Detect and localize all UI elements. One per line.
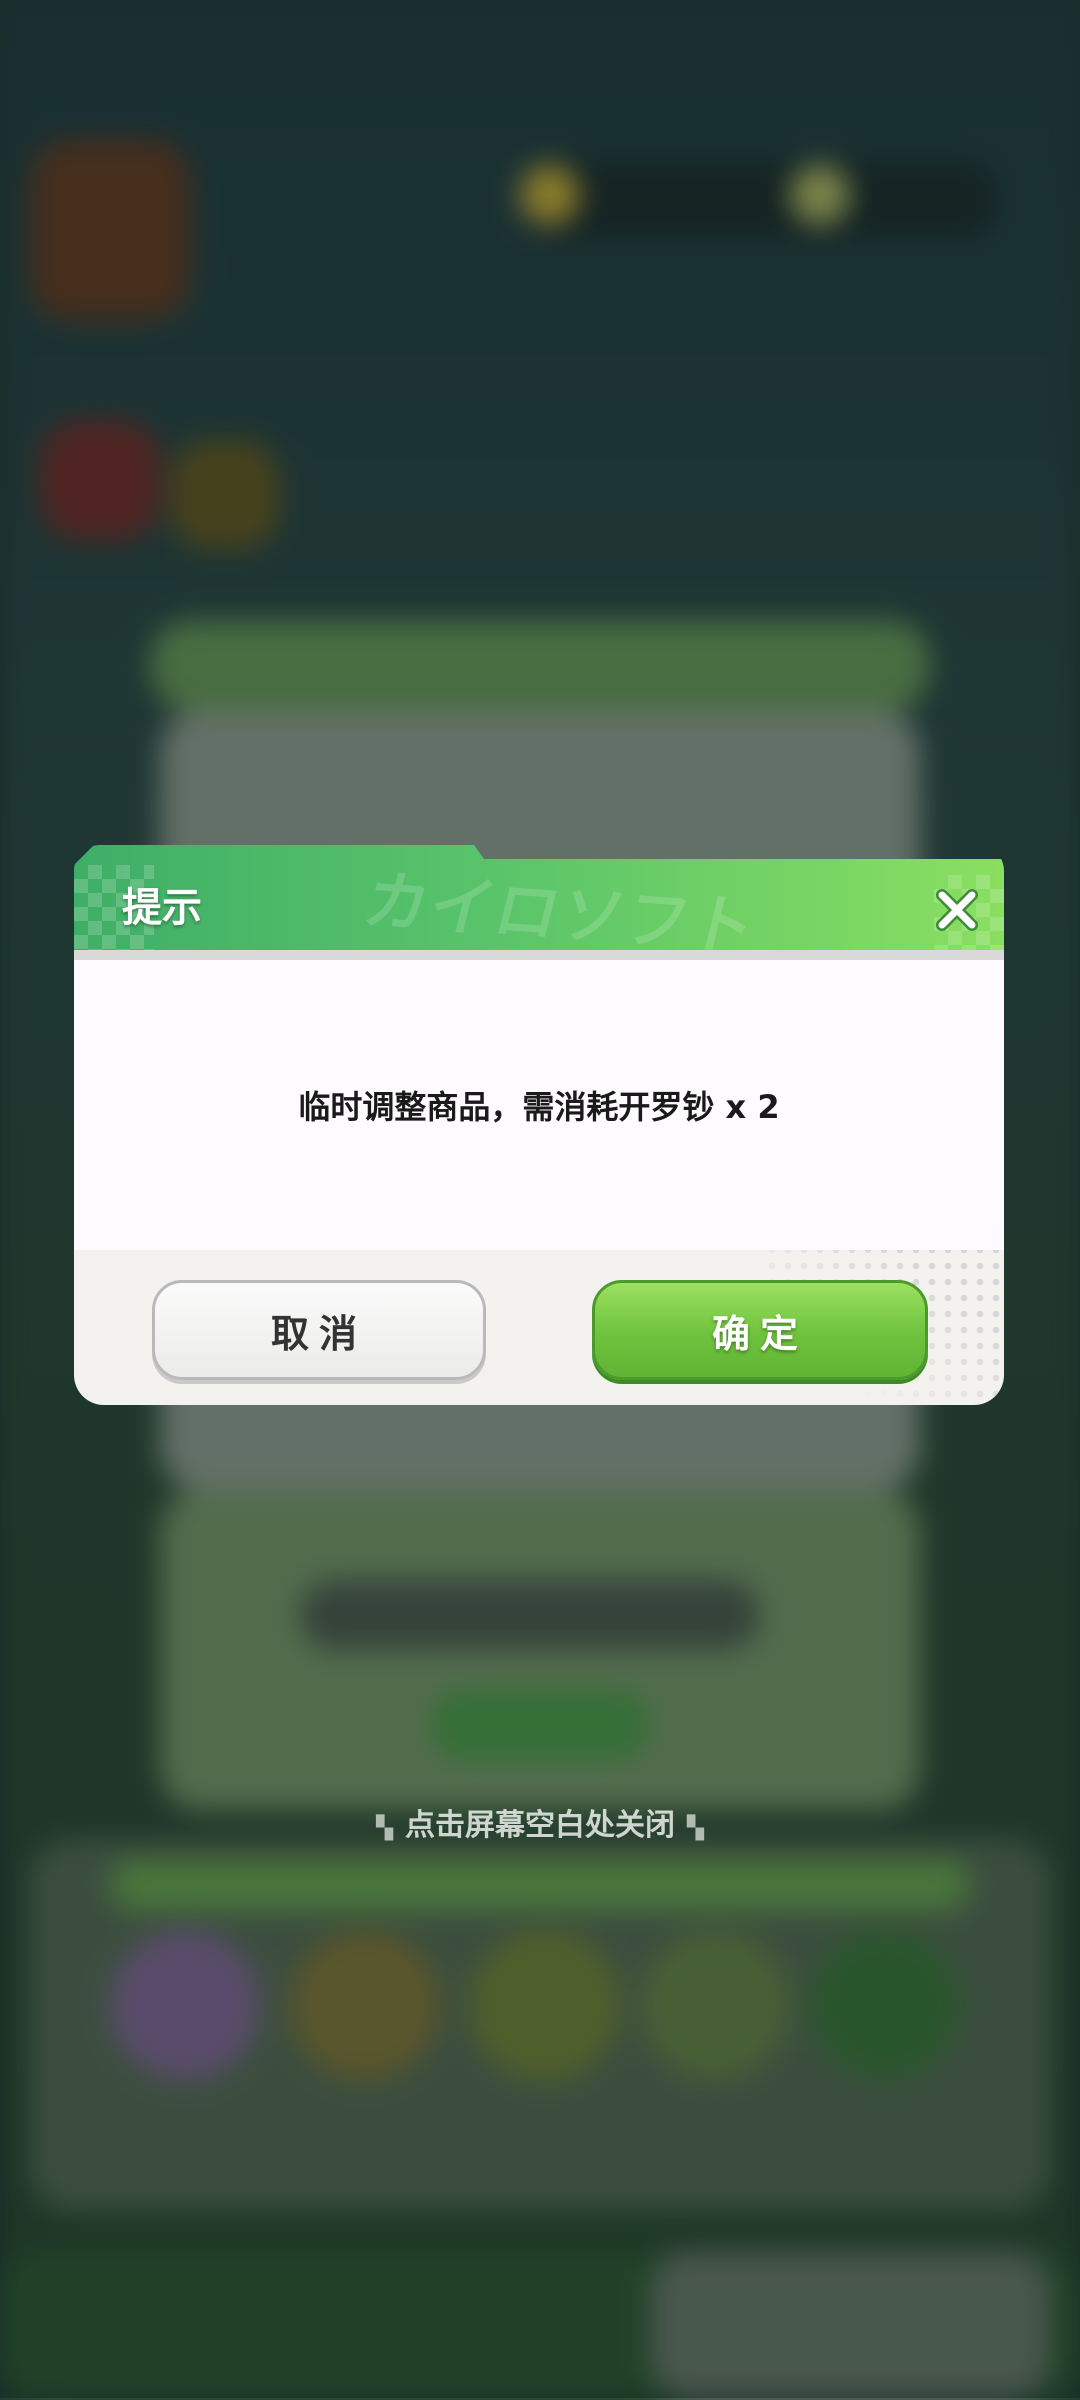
dialog-footer: 取消 确定 xyxy=(74,1250,1004,1405)
header-watermark: カイロソフト xyxy=(356,864,765,950)
dialog-message: 临时调整商品，需消耗开罗钞 x 2 xyxy=(298,1088,780,1126)
close-hint: ▚ 点击屏幕空白处关闭 ▚ xyxy=(0,1800,1080,1844)
dialog-body: 临时调整商品，需消耗开罗钞 x 2 xyxy=(74,960,1004,1250)
confirm-dialog: カイロソフト 提示 临时调整商品，需消耗开罗钞 x 2 取消 确定 xyxy=(74,845,1004,1405)
header-divider xyxy=(74,950,1004,960)
dialog-header: カイロソフト xyxy=(74,845,1004,950)
hint-text: 点击屏幕空白处关闭 xyxy=(405,1808,675,1843)
hint-deco-right: ▚ xyxy=(687,1816,704,1841)
confirm-button[interactable]: 确定 xyxy=(592,1280,928,1380)
hint-deco-left: ▚ xyxy=(376,1816,393,1841)
cancel-button[interactable]: 取消 xyxy=(152,1280,486,1380)
close-button[interactable] xyxy=(932,885,982,935)
close-icon xyxy=(936,889,978,931)
dialog-title: 提示 xyxy=(122,885,202,931)
